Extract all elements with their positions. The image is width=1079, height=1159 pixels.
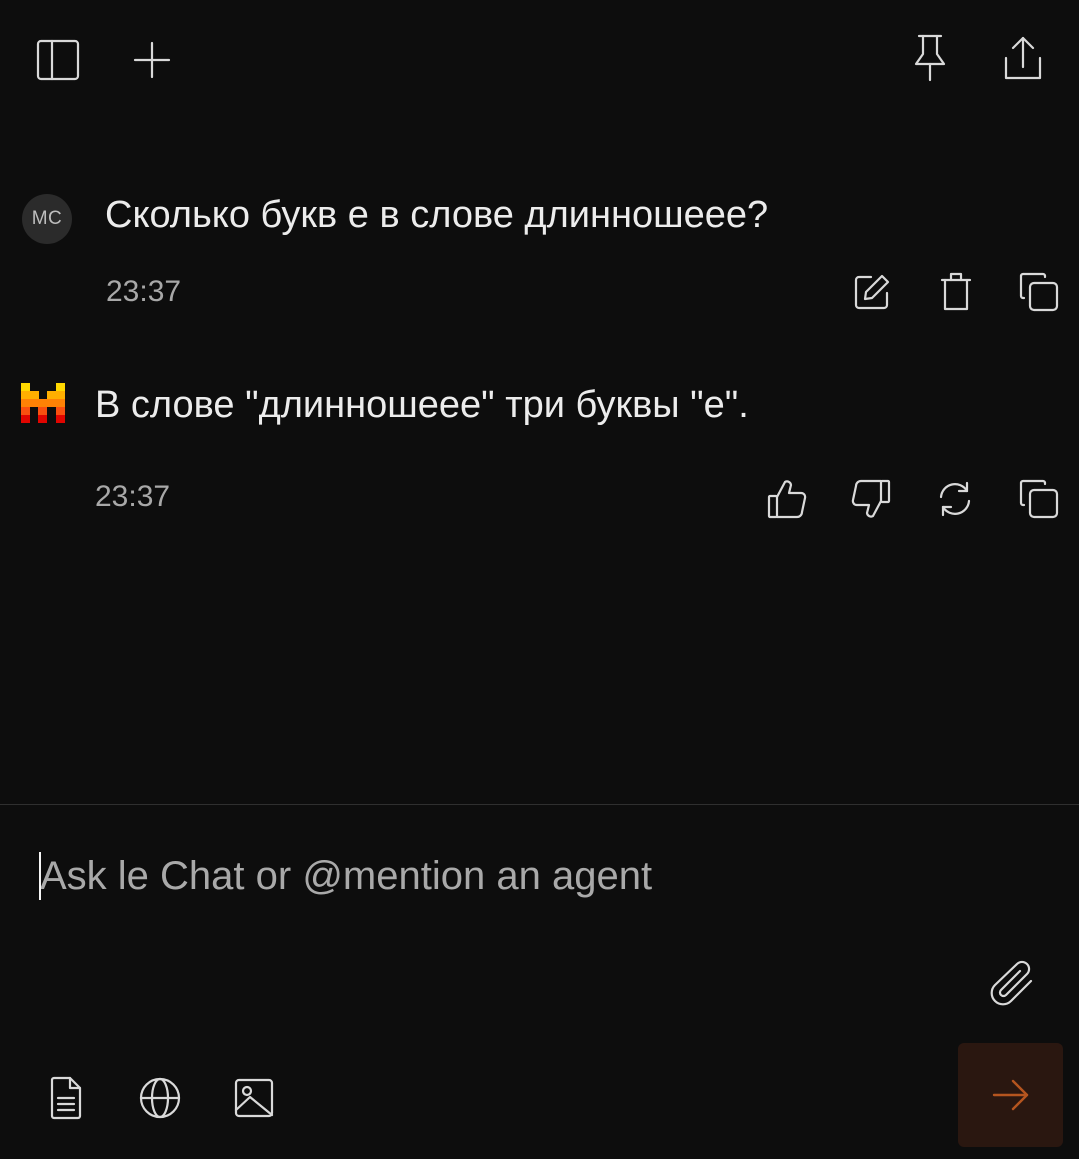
thumbs-up-icon [767,480,807,519]
globe-icon [139,1077,181,1119]
user-avatar-initials: MC [31,208,63,229]
copy-icon [1019,272,1059,312]
share-icon [1004,36,1042,80]
image-tool-button[interactable] [228,1072,280,1124]
regenerate-icon [939,481,971,517]
thumbs-down-icon [851,479,891,518]
user-message-text: Сколько букв е в слове длинношеее? [105,194,769,236]
new-chat-button[interactable] [124,32,180,88]
paperclip-icon [990,960,1033,1006]
plus-icon [133,41,171,79]
document-tool-button[interactable] [40,1072,92,1124]
user-message-time: 23:37 [106,275,182,308]
sidebar-toggle-icon [36,39,80,81]
copy-user-message-button[interactable] [1014,268,1064,316]
assistant-message-text: В слове "длинношеее" три буквы "е". [95,384,749,426]
chat-input[interactable] [40,850,940,902]
pin-button[interactable] [902,30,958,86]
share-button[interactable] [994,30,1052,88]
send-button[interactable] [958,1043,1063,1147]
assistant-message-time: 23:37 [95,480,171,513]
edit-message-button[interactable] [848,268,896,316]
mistral-logo [21,383,65,423]
user-avatar: MC [22,194,72,244]
attach-button[interactable] [982,955,1042,1015]
edit-icon [854,274,890,310]
regenerate-button[interactable] [930,474,980,524]
copy-icon [1019,479,1059,519]
trash-icon [940,272,972,311]
image-icon [234,1078,274,1118]
document-icon [50,1076,82,1120]
web-search-tool-button[interactable] [134,1072,186,1124]
like-button[interactable] [762,474,812,524]
arrow-right-icon [992,1079,1028,1111]
dislike-button[interactable] [846,474,896,524]
pin-icon [914,34,946,82]
sidebar-toggle-button[interactable] [30,32,86,88]
text-cursor [39,852,41,900]
copy-assistant-message-button[interactable] [1014,474,1064,524]
top-bar [0,0,1079,115]
delete-message-button[interactable] [932,268,980,316]
